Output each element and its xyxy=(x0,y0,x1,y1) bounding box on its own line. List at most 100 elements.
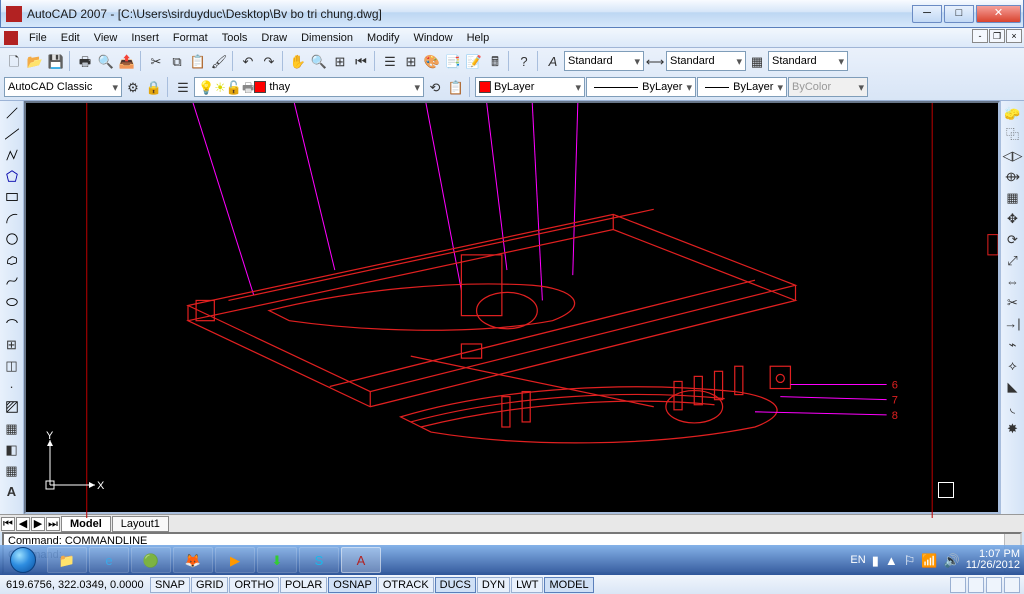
spline-tool[interactable] xyxy=(2,271,22,291)
mtext-tool[interactable]: A xyxy=(2,481,22,501)
status-lwt[interactable]: LWT xyxy=(511,577,543,593)
status-otrack[interactable]: OTRACK xyxy=(378,577,434,593)
start-button[interactable] xyxy=(0,545,46,575)
tablestyle-icon[interactable]: ▦ xyxy=(747,51,767,71)
tray-action-icon[interactable]: ⚐ xyxy=(904,554,916,567)
markup-button[interactable]: 📝 xyxy=(464,51,484,71)
minimize-button[interactable]: ─ xyxy=(912,5,942,23)
coordinates[interactable]: 619.6756, 322.0349, 0.0000 xyxy=(0,579,150,591)
status-snap[interactable]: SNAP xyxy=(150,577,190,593)
mdi-min[interactable]: - xyxy=(972,29,988,43)
tray-lang[interactable]: EN xyxy=(850,554,865,566)
rect-tool[interactable] xyxy=(2,187,22,207)
menu-view[interactable]: View xyxy=(87,30,125,46)
workspace-combo[interactable]: AutoCAD Classic▾ xyxy=(4,77,122,97)
mdi-close[interactable]: × xyxy=(1006,29,1022,43)
layer-prev-button[interactable]: ⟲ xyxy=(425,77,445,97)
taskbar-idm[interactable]: ⬇ xyxy=(257,547,297,573)
help-button[interactable]: ? xyxy=(514,51,534,71)
menu-help[interactable]: Help xyxy=(460,30,497,46)
dimstyle-icon[interactable]: ⟷ xyxy=(645,51,665,71)
match-button[interactable]: 🖌 xyxy=(209,51,229,71)
explode-tool[interactable]: ✸ xyxy=(1003,418,1023,438)
menu-tools[interactable]: Tools xyxy=(215,30,255,46)
zoom-rt-button[interactable]: 🔍 xyxy=(309,51,329,71)
status-comm-icon[interactable] xyxy=(950,577,966,593)
open-button[interactable]: 📂 xyxy=(25,51,45,71)
ws-settings-button[interactable]: ⚙ xyxy=(123,77,143,97)
status-tray-icon[interactable] xyxy=(986,577,1002,593)
status-grid[interactable]: GRID xyxy=(191,577,229,593)
array-tool[interactable]: ▦ xyxy=(1003,187,1023,207)
taskbar-chrome[interactable]: 🟢 xyxy=(131,547,171,573)
textstyle-icon[interactable]: A xyxy=(543,51,563,71)
menu-file[interactable]: File xyxy=(22,30,54,46)
status-ortho[interactable]: ORTHO xyxy=(229,577,279,593)
join-tool[interactable]: ⟡ xyxy=(1003,355,1023,375)
status-clean-icon[interactable] xyxy=(1004,577,1020,593)
textstyle-combo[interactable]: Standard▾ xyxy=(564,51,644,71)
copy-button[interactable]: ⧉ xyxy=(167,51,187,71)
move-tool[interactable]: ✥ xyxy=(1003,208,1023,228)
status-model[interactable]: MODEL xyxy=(544,577,593,593)
color-combo[interactable]: ByLayer▾ xyxy=(475,77,585,97)
block-tool[interactable]: ◫ xyxy=(2,355,22,375)
hatch-tool[interactable] xyxy=(2,397,22,417)
taskbar-ie[interactable]: e xyxy=(89,547,129,573)
fillet-tool[interactable]: ◟ xyxy=(1003,397,1023,417)
status-ducs[interactable]: DUCS xyxy=(435,577,476,593)
menu-edit[interactable]: Edit xyxy=(54,30,87,46)
xline-tool[interactable] xyxy=(2,124,22,144)
qcalc-button[interactable]: 🖩 xyxy=(485,51,505,71)
chamfer-tool[interactable]: ◣ xyxy=(1003,376,1023,396)
extend-tool[interactable]: →| xyxy=(1003,313,1023,333)
taskbar-firefox[interactable]: 🦊 xyxy=(173,547,213,573)
trim-tool[interactable]: ✂ xyxy=(1003,292,1023,312)
new-button[interactable]: 🗋 xyxy=(4,51,24,71)
insert-tool[interactable]: ⊞ xyxy=(2,334,22,354)
tray-network-icon[interactable]: 📶 xyxy=(921,554,937,567)
point-tool[interactable]: · xyxy=(2,376,22,396)
tray-flag-icon[interactable]: ▮ xyxy=(872,554,879,567)
copy-tool[interactable]: ⿻ xyxy=(1003,124,1023,144)
taskbar-skype[interactable]: S xyxy=(299,547,339,573)
circle-tool[interactable] xyxy=(2,229,22,249)
tab-last[interactable]: ⏭ xyxy=(46,517,60,531)
zoom-win-button[interactable]: ⊞ xyxy=(330,51,350,71)
layer-prop-button[interactable]: ☰ xyxy=(173,77,193,97)
tray-up-icon[interactable]: ▲ xyxy=(885,554,898,567)
tab-next[interactable]: ▶ xyxy=(31,517,45,531)
stretch-tool[interactable]: ⇔ xyxy=(1003,271,1023,291)
status-lock-icon[interactable] xyxy=(968,577,984,593)
ws-lock-button[interactable]: 🔒 xyxy=(144,77,164,97)
break-tool[interactable]: ⌁ xyxy=(1003,334,1023,354)
drawing-canvas[interactable]: 6 7 8 X Y xyxy=(24,101,1000,514)
gradient-tool[interactable]: ▦ xyxy=(2,418,22,438)
taskbar-explorer[interactable]: 📁 xyxy=(47,547,87,573)
taskbar-autocad[interactable]: A xyxy=(341,547,381,573)
cut-button[interactable]: ✂ xyxy=(146,51,166,71)
redo-button[interactable]: ↷ xyxy=(259,51,279,71)
taskbar-wmp[interactable]: ▶ xyxy=(215,547,255,573)
layer-state-button[interactable]: 📋 xyxy=(446,77,466,97)
ellipsearc-tool[interactable] xyxy=(2,313,22,333)
status-polar[interactable]: POLAR xyxy=(280,577,327,593)
status-osnap[interactable]: OSNAP xyxy=(328,577,377,593)
scale-tool[interactable]: ⤢ xyxy=(1003,250,1023,270)
tp-button[interactable]: 🎨 xyxy=(422,51,442,71)
pline-tool[interactable] xyxy=(2,145,22,165)
ellipse-tool[interactable] xyxy=(2,292,22,312)
layer-combo[interactable]: 💡 ☀ 🔓 🖶 thay ▾ xyxy=(194,77,424,97)
menu-dimension[interactable]: Dimension xyxy=(294,30,360,46)
menu-window[interactable]: Window xyxy=(406,30,459,46)
zoom-prev-button[interactable]: ⏮ xyxy=(351,51,371,71)
mdi-max[interactable]: ❐ xyxy=(989,29,1005,43)
plot-button[interactable]: 🖶 xyxy=(75,51,95,71)
undo-button[interactable]: ↶ xyxy=(238,51,258,71)
offset-tool[interactable]: ⟴ xyxy=(1003,166,1023,186)
close-button[interactable]: ✕ xyxy=(976,5,1021,23)
menu-format[interactable]: Format xyxy=(166,30,215,46)
menu-insert[interactable]: Insert xyxy=(124,30,166,46)
maximize-button[interactable]: □ xyxy=(944,5,974,23)
props-button[interactable]: ☰ xyxy=(380,51,400,71)
